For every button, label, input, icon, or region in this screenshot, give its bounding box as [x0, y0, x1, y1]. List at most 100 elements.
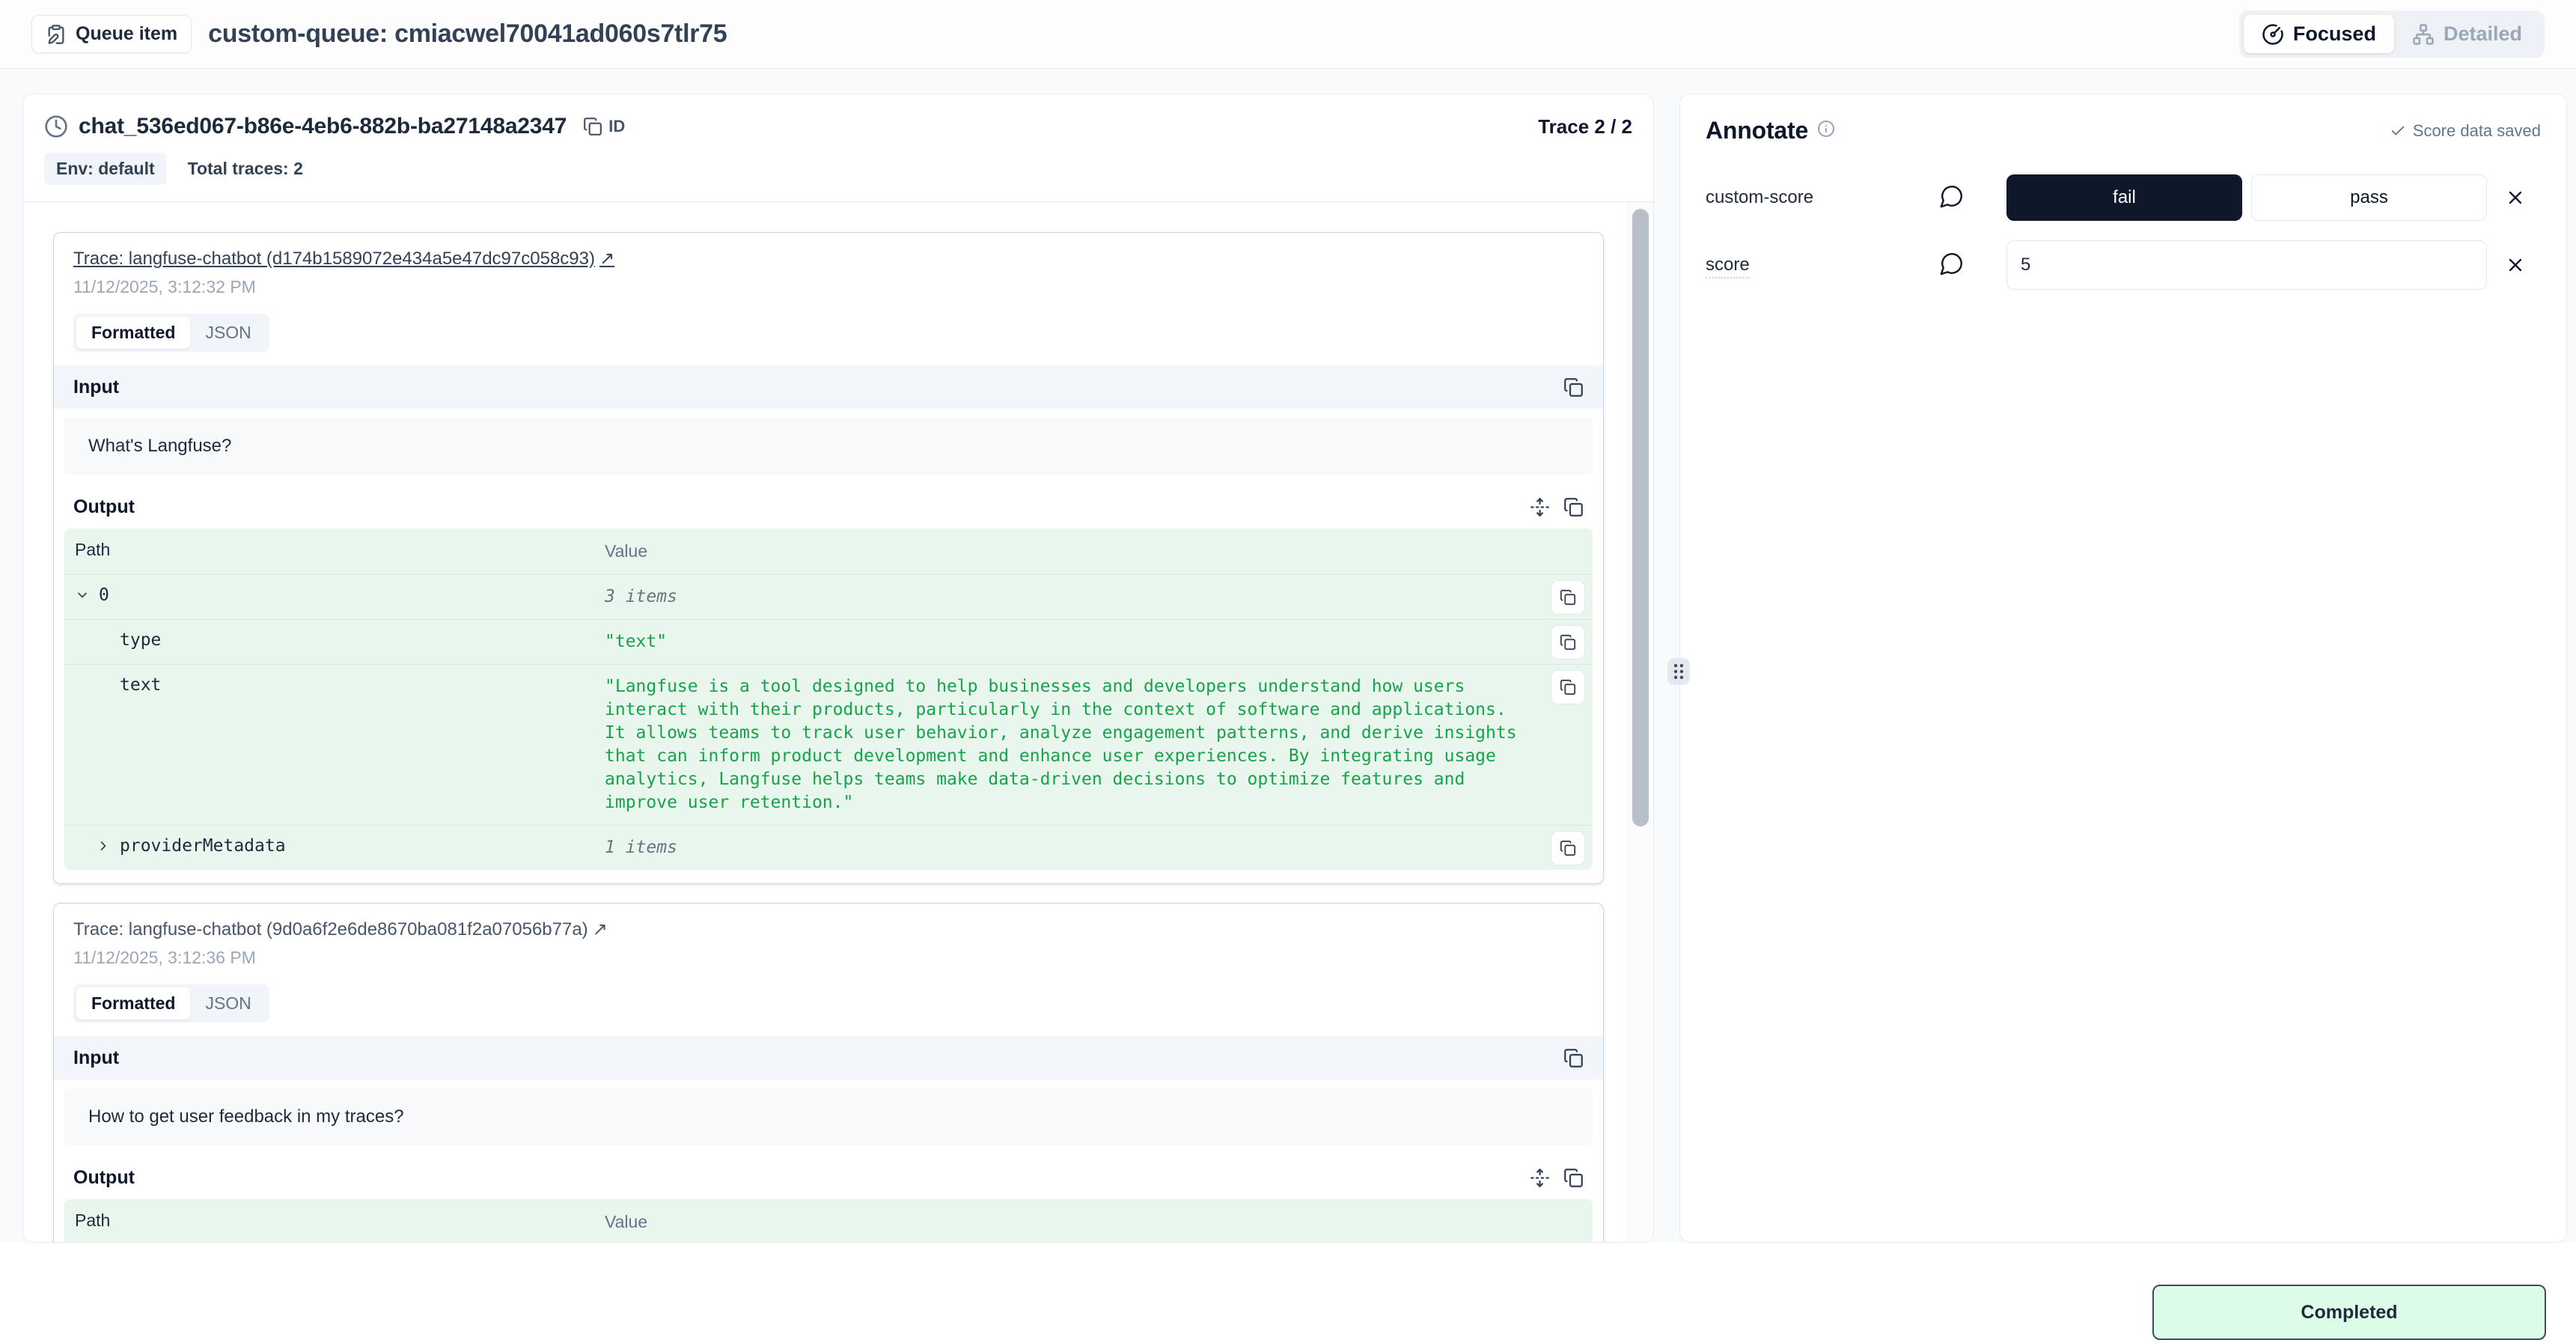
option-fail-button[interactable]: fail — [2006, 174, 2242, 221]
json-row-text: text "Langfuse is a tool designed to hel… — [64, 664, 1593, 825]
chevron-down-icon[interactable] — [75, 585, 94, 603]
network-tree-icon — [2412, 23, 2435, 46]
output-label-2: Output — [73, 1167, 135, 1189]
scrollbar-thumb[interactable] — [1632, 209, 1649, 826]
json-key: text — [120, 675, 161, 695]
format-tabs-2: Formatted JSON — [73, 984, 269, 1023]
item-title: chat_536ed067-b86e-4eb6-882b-ba27148a234… — [79, 114, 567, 139]
queue-item-badge-label: Queue item — [76, 23, 177, 45]
json-value: "text" — [605, 630, 1593, 654]
external-link-icon: ↗ — [599, 249, 614, 269]
delete-score-button[interactable] — [2505, 255, 2526, 275]
output-json-table-2: Path Value 0 3 items — [64, 1199, 1593, 1242]
focused-view-button[interactable]: Focused — [2244, 15, 2394, 53]
queue-item-badge: Queue item — [31, 15, 192, 53]
page-title: custom-queue: cmiacwel70041ad060s7tlr75 — [208, 19, 727, 49]
completed-button[interactable]: Completed — [2152, 1285, 2546, 1340]
item-header: chat_536ed067-b86e-4eb6-882b-ba27148a234… — [23, 94, 1653, 202]
traces-scroll-area: Trace: langfuse-chatbot (d174b1589072e43… — [23, 202, 1653, 1242]
clipboard-pen-icon — [46, 24, 67, 45]
json-key: 0 — [99, 585, 109, 605]
score-row-score: score — [1706, 240, 2541, 290]
close-icon — [2505, 255, 2526, 275]
unfold-vertical-icon-1[interactable] — [1530, 497, 1550, 517]
info-icon[interactable] — [1817, 120, 1835, 141]
tab-formatted-2[interactable]: Formatted — [76, 987, 190, 1020]
copy-row-button[interactable] — [1551, 580, 1585, 615]
copy-input-icon-1[interactable] — [1563, 377, 1584, 398]
delete-score-button[interactable] — [2505, 187, 2526, 208]
footer-bar: Completed — [0, 1243, 2576, 1343]
column-header-path-1: Path — [64, 540, 605, 560]
panel-resize-handle[interactable] — [1667, 658, 1690, 685]
detailed-view-label: Detailed — [2444, 22, 2522, 46]
output-json-table-1: Path Value 0 3 items type "text" — [64, 529, 1593, 870]
env-badge: Env: default — [44, 153, 167, 185]
json-row-0: 0 3 items — [64, 574, 1593, 619]
gauge-icon — [2262, 23, 2284, 46]
comment-bubble-icon[interactable] — [1939, 251, 1981, 280]
json-value: 3 items — [605, 585, 1593, 609]
column-header-value-1: Value — [605, 540, 1593, 563]
focused-view-label: Focused — [2293, 22, 2376, 46]
trace-link-2[interactable]: Trace: langfuse-chatbot (9d0a6f2e6de8670… — [73, 919, 608, 940]
detailed-view-button[interactable]: Detailed — [2394, 15, 2540, 53]
copy-output-icon-1[interactable] — [1563, 497, 1584, 517]
input-value-2: How to get user feedback in my traces? — [64, 1088, 1593, 1145]
output-section-header-2: Output — [54, 1156, 1603, 1199]
copy-id-icon[interactable] — [583, 117, 602, 136]
score-label-custom-score: custom-score — [1706, 187, 1939, 208]
output-label-1: Output — [73, 496, 135, 518]
top-bar: Queue item custom-queue: cmiacwel70041ad… — [0, 0, 2576, 69]
tab-json-1[interactable]: JSON — [190, 317, 266, 349]
tab-formatted-1[interactable]: Formatted — [76, 317, 190, 349]
score-value-input[interactable] — [2006, 240, 2487, 290]
score-row-custom-score: custom-score fail pass — [1706, 174, 2541, 221]
close-icon — [2505, 187, 2526, 208]
clock-icon — [44, 115, 68, 138]
trace-timestamp-2: 11/12/2025, 3:12:36 PM — [73, 948, 1584, 968]
copy-row-button[interactable] — [1551, 670, 1585, 704]
check-icon — [2390, 123, 2406, 139]
tab-json-2[interactable]: JSON — [190, 987, 266, 1020]
comment-bubble-icon[interactable] — [1939, 183, 1981, 213]
trace-counter: Trace 2 / 2 — [1538, 115, 1632, 138]
json-value: "Langfuse is a tool designed to help bus… — [605, 675, 1593, 814]
input-label-2: Input — [73, 1047, 119, 1069]
trace-timestamp-1: 11/12/2025, 3:12:32 PM — [73, 277, 1584, 297]
json-key: providerMetadata — [120, 836, 286, 856]
trace-link-1[interactable]: Trace: langfuse-chatbot (d174b1589072e43… — [73, 249, 614, 269]
annotate-panel: Annotate Score data saved custom-score f… — [1679, 94, 2567, 1243]
trace-card-1: Trace: langfuse-chatbot (d174b1589072e43… — [53, 232, 1604, 884]
copy-output-icon-2[interactable] — [1563, 1168, 1584, 1188]
copy-icon — [1560, 840, 1576, 856]
format-tabs-1: Formatted JSON — [73, 314, 269, 352]
annotate-title: Annotate — [1706, 117, 1808, 144]
input-label-1: Input — [73, 377, 119, 398]
copy-icon — [1560, 634, 1576, 651]
input-section-header-2: Input — [54, 1036, 1603, 1079]
trace-card-2: Trace: langfuse-chatbot (9d0a6f2e6de8670… — [53, 903, 1604, 1242]
column-header-value-2: Value — [605, 1210, 1593, 1234]
chevron-right-icon[interactable] — [96, 836, 115, 853]
copy-input-icon-2[interactable] — [1563, 1048, 1584, 1068]
score-saved-status: Score data saved — [2390, 121, 2541, 141]
json-row-type: type "text" — [64, 619, 1593, 664]
copy-row-button[interactable] — [1551, 831, 1585, 865]
id-label: ID — [608, 117, 625, 136]
json-value: 1 items — [605, 836, 1593, 859]
external-link-icon: ↗ — [593, 919, 608, 940]
total-traces-label: Total traces: 2 — [188, 159, 303, 179]
score-saved-label: Score data saved — [2413, 121, 2541, 141]
column-header-path-2: Path — [64, 1210, 605, 1231]
view-mode-toggle: Focused Detailed — [2239, 10, 2545, 58]
option-pass-button[interactable]: pass — [2251, 174, 2487, 221]
copy-row-button[interactable] — [1551, 625, 1585, 660]
json-key: type — [120, 630, 161, 650]
input-section-header-1: Input — [54, 365, 1603, 409]
vertical-scrollbar[interactable] — [1628, 202, 1653, 1242]
input-value-1: What's Langfuse? — [64, 418, 1593, 475]
score-label-score: score — [1706, 255, 1750, 278]
copy-icon — [1560, 679, 1576, 695]
unfold-vertical-icon-2[interactable] — [1530, 1168, 1550, 1188]
